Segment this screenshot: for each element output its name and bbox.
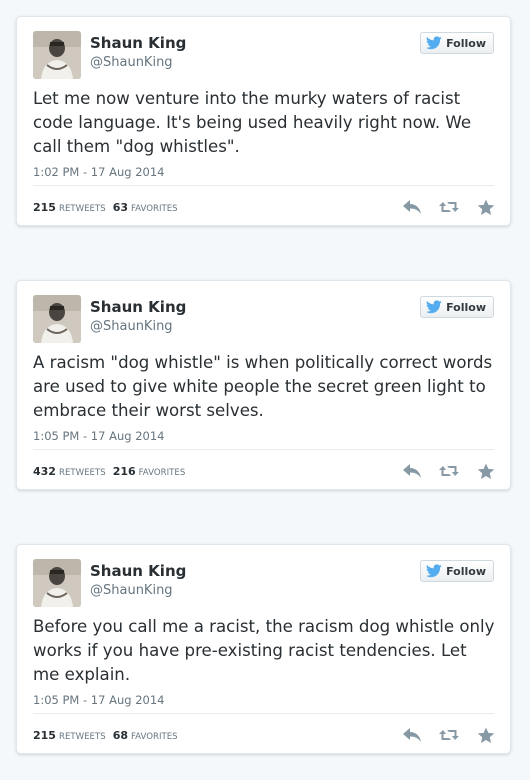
- follow-label: Follow: [446, 564, 486, 578]
- favorite-label: FAVORITES: [138, 468, 186, 478]
- retweet-icon[interactable]: [439, 462, 459, 480]
- favorite-count: 216: [112, 465, 136, 478]
- avatar[interactable]: [33, 31, 81, 79]
- favorite-star-icon[interactable]: [476, 726, 496, 744]
- avatar[interactable]: [33, 295, 81, 343]
- favorite-label: FAVORITES: [131, 732, 178, 742]
- follow-label: Follow: [446, 300, 486, 314]
- divider: [33, 449, 494, 450]
- tweet-card: Shaun King @ShaunKing Follow Let me now …: [16, 16, 511, 226]
- favorite-star-icon[interactable]: [476, 198, 496, 216]
- author-handle[interactable]: @ShaunKing: [90, 319, 173, 334]
- reply-icon[interactable]: [402, 198, 422, 216]
- author-name[interactable]: Shaun King: [90, 298, 186, 316]
- retweet-label: RETWEETS: [58, 204, 106, 214]
- retweet-icon[interactable]: [439, 198, 459, 216]
- tweet-stats: 215 RETWEETS 68 FAVORITES: [33, 729, 185, 742]
- divider: [33, 185, 494, 186]
- favorite-count: 68: [112, 729, 128, 742]
- follow-label: Follow: [446, 36, 486, 50]
- tweet-card: Shaun King @ShaunKing Follow A racism "d…: [16, 280, 511, 490]
- tweet-actions: [402, 198, 496, 216]
- twitter-bird-icon: [426, 36, 442, 50]
- favorite-count: 63: [112, 201, 128, 214]
- retweet-label: RETWEETS: [58, 468, 106, 478]
- reply-icon[interactable]: [402, 726, 422, 744]
- tweet-timestamp[interactable]: 1:05 PM - 17 Aug 2014: [33, 693, 164, 707]
- twitter-bird-icon: [426, 300, 442, 314]
- follow-button[interactable]: Follow: [420, 32, 494, 54]
- divider: [33, 713, 494, 714]
- retweet-count: 432: [33, 465, 56, 478]
- retweet-count: 215: [33, 729, 56, 742]
- author-name[interactable]: Shaun King: [90, 562, 186, 580]
- avatar[interactable]: [33, 559, 81, 607]
- tweet-text: A racism "dog whistle" is when political…: [33, 353, 493, 420]
- tweet-actions: [402, 462, 496, 480]
- author-handle[interactable]: @ShaunKing: [90, 583, 173, 598]
- tweet-text: Before you call me a racist, the racism …: [33, 617, 495, 684]
- follow-button[interactable]: Follow: [420, 560, 494, 582]
- follow-button[interactable]: Follow: [420, 296, 494, 318]
- author-handle[interactable]: @ShaunKing: [90, 55, 173, 70]
- retweet-count: 215: [33, 201, 56, 214]
- tweet-text: Let me now venture into the murky waters…: [33, 89, 472, 156]
- retweet-label: RETWEETS: [58, 732, 106, 742]
- favorite-label: FAVORITES: [131, 204, 178, 214]
- retweet-icon[interactable]: [439, 726, 459, 744]
- author-name[interactable]: Shaun King: [90, 34, 186, 52]
- tweet-timestamp[interactable]: 1:05 PM - 17 Aug 2014: [33, 429, 164, 443]
- favorite-star-icon[interactable]: [476, 462, 496, 480]
- tweet-timestamp[interactable]: 1:02 PM - 17 Aug 2014: [33, 165, 164, 179]
- tweet-stats: 432 RETWEETS 216 FAVORITES: [33, 465, 192, 478]
- tweet-stats: 215 RETWEETS 63 FAVORITES: [33, 201, 185, 214]
- reply-icon[interactable]: [402, 462, 422, 480]
- twitter-bird-icon: [426, 564, 442, 578]
- tweet-actions: [402, 726, 496, 744]
- tweet-card: Shaun King @ShaunKing Follow Before you …: [16, 544, 511, 754]
